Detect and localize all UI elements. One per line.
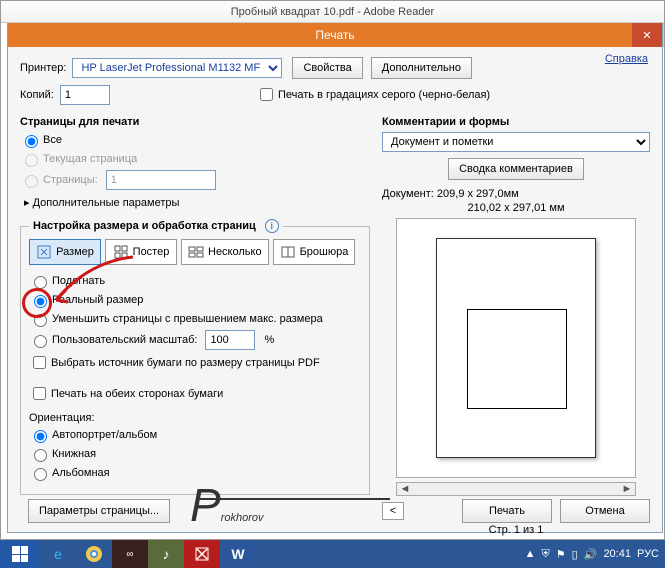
close-icon: ✕: [642, 29, 651, 42]
orient-landscape-radio[interactable]: [34, 468, 47, 481]
tray-volume-icon[interactable]: 🔊: [584, 548, 598, 561]
tray-flag-icon[interactable]: ⚑: [556, 548, 566, 561]
sizing-legend: Настройка размера и обработка страниц i: [29, 219, 283, 233]
shrink-radio[interactable]: [34, 314, 47, 327]
app-title: Пробный квадрат 10.pdf - Adobe Reader: [231, 6, 434, 18]
system-tray: ▲ ⛨ ⚑ ▯ 🔊 20:41 РУС: [525, 548, 665, 561]
custom-scale-input[interactable]: [205, 330, 255, 350]
multiple-icon: [188, 244, 204, 260]
close-button[interactable]: ✕: [632, 23, 662, 47]
orient-auto-label: Автопортрет/альбом: [52, 429, 157, 441]
info-icon[interactable]: i: [265, 219, 279, 233]
tray-network-icon[interactable]: ▯: [572, 548, 578, 561]
print-dialog: Печать ✕ Справка Принтер: HP LaserJet Pr…: [7, 23, 663, 533]
pages-all-radio[interactable]: [25, 135, 38, 148]
pages-range-radio: [25, 175, 38, 188]
comments-group-title: Комментарии и формы: [382, 116, 650, 128]
advanced-button[interactable]: Дополнительно: [371, 57, 472, 79]
orient-landscape-label: Альбомная: [52, 467, 110, 479]
orientation-label: Ориентация:: [29, 412, 361, 424]
properties-button[interactable]: Свойства: [292, 57, 362, 79]
page-setup-button[interactable]: Параметры страницы...: [28, 499, 170, 523]
more-options-toggle[interactable]: ▸ Дополнительные параметры: [24, 196, 370, 209]
pages-all-label: Все: [43, 134, 62, 146]
tab-size[interactable]: Размер: [29, 239, 101, 265]
poster-icon: [113, 244, 129, 260]
tray-clock[interactable]: 20:41: [603, 548, 631, 560]
pages-current-radio: [25, 154, 38, 167]
choose-source-label: Выбрать источник бумаги по размеру стран…: [51, 357, 320, 369]
pdf-icon: [195, 547, 209, 561]
document-size-label: Документ: 209,9 x 297,0мм: [382, 188, 650, 200]
taskbar-word-icon[interactable]: W: [220, 540, 256, 568]
taskbar-ie-icon[interactable]: e: [40, 540, 76, 568]
copies-input[interactable]: [60, 85, 110, 105]
taskbar-cc-icon[interactable]: ∞: [112, 540, 148, 568]
pages-range-label: Страницы:: [43, 174, 98, 186]
windows-logo-icon: [12, 546, 28, 562]
watermark-line: [200, 498, 390, 500]
booklet-icon: [280, 244, 296, 260]
taskbar: e ∞ ♪ W ▲ ⛨ ⚑ ▯ 🔊 20:41 РУС: [0, 540, 665, 568]
taskbar-chrome-icon[interactable]: [76, 540, 112, 568]
orient-auto-radio[interactable]: [34, 430, 47, 443]
comments-select[interactable]: Документ и пометки: [382, 132, 650, 152]
tray-lang[interactable]: РУС: [637, 548, 659, 560]
help-link[interactable]: Справка: [605, 53, 648, 65]
orient-portrait-radio[interactable]: [34, 449, 47, 462]
custom-scale-radio[interactable]: [34, 335, 47, 348]
choose-source-checkbox[interactable]: [33, 356, 46, 369]
cancel-button[interactable]: Отмена: [560, 499, 650, 523]
taskbar-reader-icon[interactable]: [184, 540, 220, 568]
grayscale-label: Печать в градациях серого (черно-белая): [278, 89, 490, 101]
copies-label: Копий:: [20, 89, 54, 101]
preview-page: [436, 238, 596, 458]
duplex-checkbox[interactable]: [33, 387, 46, 400]
preview-size-label: 210,02 x 297,01 мм: [382, 202, 650, 214]
custom-scale-label: Пользовательский масштаб:: [52, 334, 197, 346]
print-button[interactable]: Печать: [462, 499, 552, 523]
tab-poster[interactable]: Постер: [105, 239, 177, 265]
shrink-label: Уменьшить страницы с превышением макс. р…: [52, 313, 323, 325]
dialog-title: Печать: [8, 23, 662, 47]
printer-select[interactable]: HP LaserJet Professional M1132 MFP: [72, 58, 282, 78]
fit-radio[interactable]: [34, 276, 47, 289]
taskbar-app-icon[interactable]: ♪: [148, 540, 184, 568]
tab-booklet[interactable]: Брошюра: [273, 239, 356, 265]
summarize-comments-button[interactable]: Сводка комментариев: [448, 158, 584, 180]
app-window: Пробный квадрат 10.pdf - Adobe Reader ОМ…: [0, 0, 665, 540]
tab-multiple[interactable]: Несколько: [181, 239, 269, 265]
sizing-group: Настройка размера и обработка страниц i …: [20, 219, 370, 495]
chrome-icon: [85, 545, 103, 563]
preview-content: [467, 309, 567, 409]
print-preview: [396, 218, 636, 478]
orient-portrait-label: Книжная: [52, 448, 96, 460]
tray-shield-icon[interactable]: ⛨: [542, 548, 550, 561]
start-button[interactable]: [0, 540, 40, 568]
size-icon: [36, 244, 52, 260]
actual-size-radio[interactable]: [34, 295, 47, 308]
tray-up-icon[interactable]: ▲: [525, 548, 536, 560]
duplex-label: Печать на обеих сторонах бумаги: [51, 388, 223, 400]
pages-group-title: Страницы для печати: [20, 116, 370, 128]
fit-label: Подогнать: [52, 275, 105, 287]
percent-label: %: [264, 334, 274, 346]
pages-current-label: Текущая страница: [43, 153, 137, 165]
printer-label: Принтер:: [20, 62, 66, 74]
app-titlebar: Пробный квадрат 10.pdf - Adobe Reader: [1, 1, 664, 23]
actual-size-label: Реальный размер: [52, 294, 143, 306]
grayscale-checkbox[interactable]: [260, 88, 273, 101]
pages-range-input: [106, 170, 216, 190]
